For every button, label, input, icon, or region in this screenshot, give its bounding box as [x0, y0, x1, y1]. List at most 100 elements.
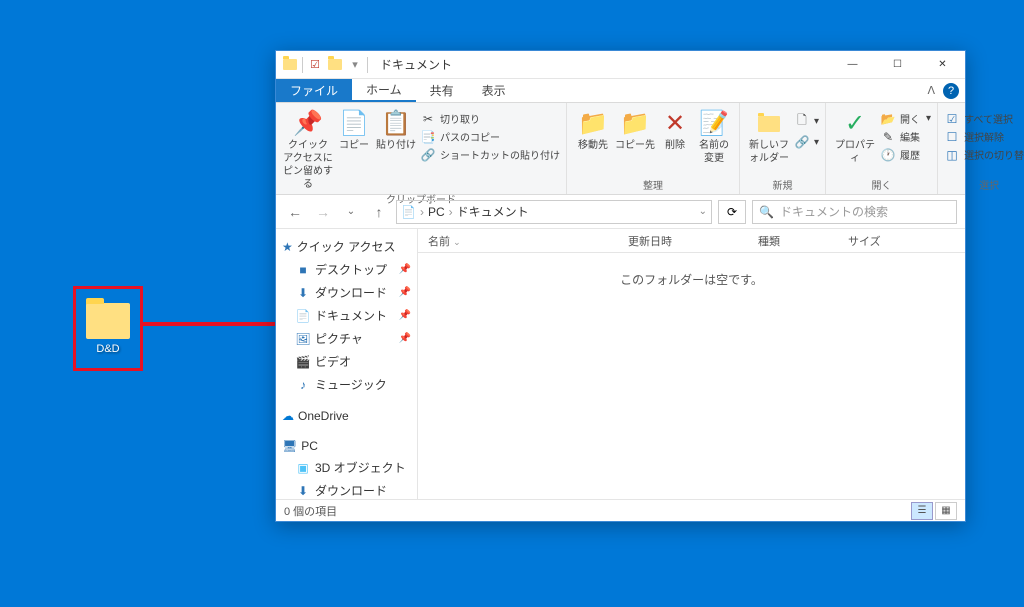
up-button[interactable]: ↑: [368, 201, 390, 223]
chevron-down-icon[interactable]: ⌄: [699, 206, 707, 217]
back-button[interactable]: ←: [284, 201, 306, 223]
select-all-icon: ☑: [944, 112, 960, 126]
ribbon-group-new: 新しいフォルダー 🗋▾ 🔗▾ 新規: [740, 103, 826, 194]
addressbar: ← → ⌄ ↑ 📄 › PC › ドキュメント ⌄ ⟳ 🔍 ドキュメントの検索: [276, 195, 965, 229]
tab-file[interactable]: ファイル: [276, 79, 352, 102]
sidebar-pc[interactable]: 🖥PC: [276, 436, 417, 456]
sidebar-item-downloads[interactable]: ⬇ダウンロード📌: [276, 281, 417, 304]
copy-button[interactable]: 📄コピー: [336, 105, 372, 152]
qa-dropdown-icon[interactable]: ▾: [347, 57, 363, 73]
forward-button[interactable]: →: [312, 201, 334, 223]
pin-button[interactable]: 📌クイック アクセスにピン留めする: [282, 105, 334, 191]
history-icon: 🕐: [880, 148, 896, 162]
paste-shortcut-button[interactable]: 🔗ショートカットの貼り付け: [420, 147, 560, 162]
qa-icon-1[interactable]: ☑: [307, 57, 323, 73]
paste-icon: 📋: [381, 109, 411, 139]
folder-icon-small: 📄: [401, 205, 416, 219]
edit-button[interactable]: ✎編集: [880, 129, 931, 144]
select-none-button[interactable]: ☐選択解除: [944, 129, 1024, 144]
rename-icon: 📝: [699, 109, 729, 139]
desktop-icon-label: D&D: [96, 343, 119, 355]
menubar: ファイル ホーム 共有 表示 ᐱ ?: [276, 79, 965, 103]
pin-icon: 📌: [399, 287, 411, 298]
move-icon: 📁: [578, 109, 608, 139]
address-input[interactable]: 📄 › PC › ドキュメント ⌄: [396, 200, 712, 224]
rename-button[interactable]: 📝名前の変更: [695, 105, 733, 165]
ribbon: 📌クイック アクセスにピン留めする 📄コピー 📋貼り付け ✂切り取り 📑パスのコ…: [276, 103, 965, 195]
pin-icon: 📌: [293, 109, 323, 139]
easy-access-button[interactable]: 🔗▾: [794, 135, 819, 149]
tab-share[interactable]: 共有: [416, 79, 468, 102]
view-details-button[interactable]: ☰: [911, 502, 933, 520]
status-item-count: 0 個の項目: [284, 503, 337, 519]
ribbon-group-open: ✓プロパティ 📂開く▾ ✎編集 🕐履歴 開く: [826, 103, 938, 194]
maximize-button[interactable]: ☐: [875, 51, 920, 79]
copy-path-button[interactable]: 📑パスのコピー: [420, 129, 560, 144]
ribbon-group-clipboard: 📌クイック アクセスにピン留めする 📄コピー 📋貼り付け ✂切り取り 📑パスのコ…: [276, 103, 567, 194]
recent-dropdown[interactable]: ⌄: [340, 201, 362, 223]
col-date[interactable]: 更新日時: [618, 233, 748, 249]
tab-home[interactable]: ホーム: [352, 79, 416, 102]
sidebar-item-3d[interactable]: ▣3D オブジェクト: [276, 456, 417, 479]
explorer-window: ☑ ▾ ドキュメント — ☐ ✕ ファイル ホーム 共有 表示 ᐱ ? 📌クイッ…: [275, 50, 966, 522]
new-item-button[interactable]: 🗋▾: [794, 111, 819, 132]
empty-folder-message: このフォルダーは空です。: [418, 253, 965, 499]
folder-app-icon: [282, 57, 298, 73]
sidebar-onedrive[interactable]: ☁OneDrive: [276, 406, 417, 426]
edit-icon: ✎: [880, 130, 896, 144]
sidebar-item-videos[interactable]: 🎬ビデオ: [276, 350, 417, 373]
new-folder-button[interactable]: 新しいフォルダー: [746, 105, 792, 165]
properties-icon: ✓: [845, 109, 865, 139]
view-icons-button[interactable]: ▦: [935, 502, 957, 520]
invert-icon: ◫: [944, 148, 960, 162]
collapse-ribbon-icon[interactable]: ᐱ: [927, 84, 935, 97]
open-button[interactable]: 📂開く▾: [880, 111, 931, 126]
minimize-button[interactable]: —: [830, 51, 875, 79]
statusbar: 0 個の項目 ☰ ▦: [276, 499, 965, 521]
sidebar-quick-access[interactable]: ★クイック アクセス: [276, 235, 417, 258]
sidebar-item-documents[interactable]: 📄ドキュメント📌: [276, 304, 417, 327]
ribbon-group-organize: 📁移動先 📁コピー先 ✕削除 📝名前の変更 整理: [567, 103, 740, 194]
delete-icon: ✕: [665, 109, 685, 139]
tab-view[interactable]: 表示: [468, 79, 520, 102]
paste-button[interactable]: 📋貼り付け: [374, 105, 418, 152]
search-icon: 🔍: [759, 205, 774, 219]
delete-button[interactable]: ✕削除: [657, 105, 693, 152]
col-type[interactable]: 種類: [748, 233, 838, 249]
shortcut-icon: 🔗: [420, 148, 436, 162]
cut-icon: ✂: [420, 112, 436, 126]
refresh-button[interactable]: ⟳: [718, 200, 746, 224]
pin-icon: 📌: [399, 333, 411, 344]
move-to-button[interactable]: 📁移動先: [573, 105, 613, 152]
sidebar-item-desktop[interactable]: ■デスクトップ📌: [276, 258, 417, 281]
help-icon[interactable]: ?: [943, 83, 959, 99]
copy-icon: 📄: [339, 109, 369, 139]
invert-selection-button[interactable]: ◫選択の切り替え: [944, 147, 1024, 162]
properties-button[interactable]: ✓プロパティ: [832, 105, 878, 165]
copy-to-button[interactable]: 📁コピー先: [615, 105, 655, 152]
folder-icon: [86, 303, 130, 339]
copyto-icon: 📁: [620, 109, 650, 139]
qa-icon-2[interactable]: [327, 57, 343, 73]
open-icon: 📂: [880, 112, 896, 126]
new-item-icon: 🗋: [794, 111, 810, 132]
sidebar-item-music[interactable]: ♪ミュージック: [276, 373, 417, 396]
pin-icon: 📌: [399, 264, 411, 275]
select-none-icon: ☐: [944, 130, 960, 144]
sidebar-item-pictures[interactable]: 🖼ピクチャ📌: [276, 327, 417, 350]
window-title: ドキュメント: [380, 56, 452, 73]
titlebar: ☑ ▾ ドキュメント — ☐ ✕: [276, 51, 965, 79]
new-folder-icon: [758, 109, 780, 139]
search-input[interactable]: 🔍 ドキュメントの検索: [752, 200, 957, 224]
history-button[interactable]: 🕐履歴: [880, 147, 931, 162]
select-all-button[interactable]: ☑すべて選択: [944, 111, 1024, 126]
col-name[interactable]: 名前 ⌄: [418, 233, 618, 249]
col-size[interactable]: サイズ: [838, 233, 918, 249]
path-icon: 📑: [420, 130, 436, 144]
cut-button[interactable]: ✂切り取り: [420, 111, 560, 126]
sidebar-item-downloads2[interactable]: ⬇ダウンロード: [276, 479, 417, 499]
column-headers: 名前 ⌄ 更新日時 種類 サイズ: [418, 229, 965, 253]
sidebar: ★クイック アクセス ■デスクトップ📌 ⬇ダウンロード📌 📄ドキュメント📌 🖼ピ…: [276, 229, 418, 499]
close-button[interactable]: ✕: [920, 51, 965, 79]
desktop-folder-highlighted[interactable]: D&D: [73, 286, 143, 371]
